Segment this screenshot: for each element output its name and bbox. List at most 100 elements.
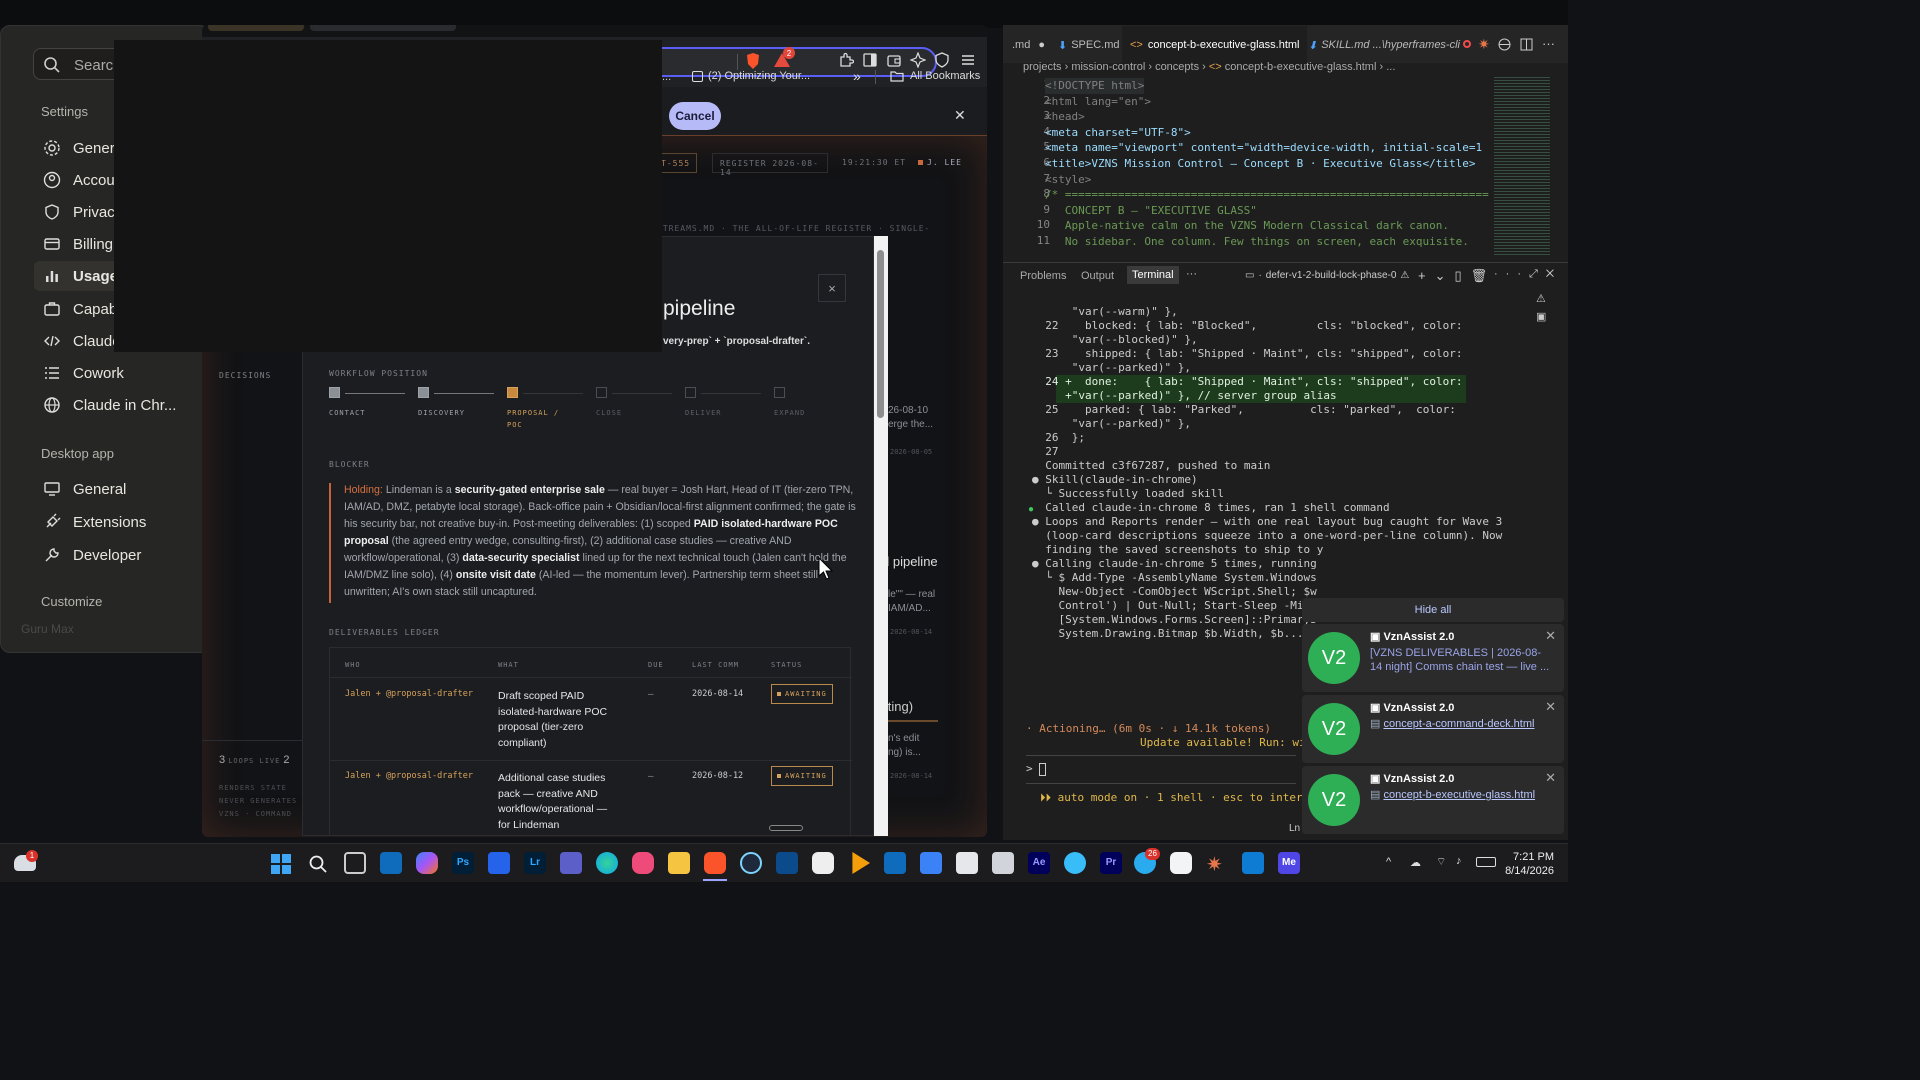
outlook-icon[interactable] [884, 852, 906, 874]
tab-md[interactable]: .md ● [1012, 26, 1045, 64]
edge-icon[interactable] [596, 852, 618, 874]
terminal-line: +"var(--parked)" }, // server group alia… [1032, 389, 1337, 402]
globe-icon[interactable] [1498, 38, 1511, 51]
app-icon[interactable] [852, 852, 870, 874]
lightroom-icon[interactable]: Lr [524, 852, 546, 874]
app-icon[interactable] [776, 852, 798, 874]
bar-chart-icon [42, 266, 62, 286]
terminal-output: "var(--warm)" }, 22 blocked: { lab: "Blo… [1032, 305, 1462, 375]
scrollbar-thumb[interactable] [877, 250, 884, 418]
breadcrumb: projects › mission-control › concepts › … [1023, 61, 1396, 73]
app-icon[interactable] [632, 852, 654, 874]
windows-start-icon[interactable] [271, 854, 291, 874]
workflow-step-connector [523, 393, 583, 394]
split-editor-icon[interactable] [1520, 38, 1533, 51]
cloud-icon[interactable]: ☁ [1410, 856, 1421, 869]
panel-tab-problems[interactable]: Problems [1020, 270, 1066, 282]
terminal-line: 25 parked: { lab: "Parked", cls: "parked… [1032, 403, 1456, 416]
terminal-line: Called claude-in-chrome 8 times, ran 1 s… [1032, 501, 1390, 514]
app-icon[interactable] [956, 852, 978, 874]
leo-ai-icon[interactable] [910, 52, 926, 68]
media-encoder-icon[interactable]: Me [1278, 852, 1300, 874]
menu-icon[interactable] [960, 52, 976, 68]
workflow-step-connector [434, 393, 494, 394]
app-icon[interactable] [1064, 852, 1086, 874]
workflow-step-marker [596, 387, 607, 398]
app-icon[interactable] [1170, 852, 1192, 874]
terminal-actions[interactable]: +⌄▯🗑 [1418, 268, 1496, 284]
notification-title: ▣ VznAssist 2.0 [1370, 702, 1455, 714]
volume-icon[interactable]: ♪ [1456, 855, 1462, 867]
browser-tab[interactable] [208, 25, 304, 31]
claude-icon[interactable]: ✷ [1478, 36, 1490, 53]
task-view-icon[interactable] [344, 852, 366, 874]
search-icon[interactable] [308, 854, 328, 874]
file-explorer-icon[interactable] [668, 852, 690, 874]
all-bookmarks[interactable]: All Bookmarks [890, 70, 980, 82]
bookmarks-more-button[interactable]: » [853, 68, 861, 84]
notification-toast[interactable]: V2 ▣ VznAssist 2.0 ▤ concept-b-executive… [1302, 766, 1564, 834]
app-icon[interactable] [488, 852, 510, 874]
nav-extensions[interactable]: Extensions [34, 507, 209, 537]
nav-developer[interactable]: Developer [34, 540, 209, 570]
clock[interactable]: 7:21 PM 8/14/2026 [1490, 850, 1554, 878]
wifi-icon[interactable]: ⌔ [1436, 855, 1446, 869]
divider [1026, 755, 1296, 756]
tab-spec[interactable]: ⬇ SPEC.md [1058, 26, 1120, 64]
premiere-icon[interactable]: Pr [1100, 852, 1122, 874]
photoshop-icon[interactable]: Ps [452, 852, 474, 874]
modal-close-button[interactable]: × [818, 274, 846, 302]
cancel-button[interactable]: Cancel [669, 102, 721, 130]
app-icon[interactable] [812, 852, 834, 874]
code-line: <meta charset="UTF-8"> [1045, 125, 1191, 139]
mail-icon[interactable] [920, 852, 942, 874]
nav-claude-in-chrome[interactable]: Claude in Chr... [34, 390, 209, 420]
notification-close-button[interactable]: ✕ [1545, 628, 1556, 644]
nav-desktop-general[interactable]: General [34, 474, 209, 504]
panel-window-actions[interactable]: ···⤢✕ [1494, 268, 1562, 281]
browser-tab[interactable] [310, 25, 456, 31]
app-icon[interactable] [740, 852, 762, 874]
scrollbar[interactable] [874, 236, 888, 836]
claude-icon[interactable]: ✷ [1206, 852, 1223, 877]
record-icon[interactable] [1463, 40, 1471, 48]
copilot-icon[interactable] [416, 852, 438, 874]
calculator-icon[interactable] [992, 852, 1014, 874]
vpn-shield-icon[interactable] [934, 52, 950, 68]
brave-shield-icon[interactable] [745, 52, 761, 70]
workflow-step-marker [418, 387, 429, 398]
chevron-up-icon[interactable]: ^ [1386, 856, 1391, 868]
hide-all-button[interactable]: Hide all [1302, 598, 1564, 622]
notification-toast[interactable]: V2 ▣ VznAssist 2.0 ▤ concept-a-command-d… [1302, 695, 1564, 763]
vscode-icon[interactable] [1242, 852, 1264, 874]
panel-more[interactable]: ··· [1186, 268, 1197, 280]
sidebar-icon[interactable] [862, 52, 878, 68]
panel-tab-output[interactable]: Output [1081, 270, 1114, 282]
close-icon[interactable]: ✕ [954, 107, 966, 124]
tab-concept-b[interactable]: <> concept-b-executive-glass.html [1122, 26, 1308, 64]
notification-toast[interactable]: V2 ▣ VznAssist 2.0 [VZNS DELIVERABLES | … [1302, 624, 1564, 692]
settings-section-label: Settings [41, 104, 88, 119]
tab-skill[interactable]: ⬇ SKILL.md ...\hyperframes-cli [1308, 26, 1460, 64]
list-icon [42, 363, 62, 383]
wallet-icon[interactable] [886, 52, 902, 68]
brave-icon[interactable] [704, 852, 726, 874]
status-badge: AWAITING [771, 766, 833, 786]
more-icon[interactable]: ··· [1542, 36, 1555, 51]
panel-tab-terminal[interactable]: Terminal [1127, 266, 1179, 284]
prompt-input[interactable]: > [1026, 762, 1047, 776]
workflow-step-label: PROPOSAL / POC [507, 409, 560, 429]
extensions-icon[interactable] [838, 52, 854, 68]
nav-cowork[interactable]: Cowork [34, 358, 209, 388]
terminal-selector[interactable]: ▭ · defer-v1-2-build-lock-phase-0 ⚠ [1245, 270, 1409, 281]
tab-strip [202, 25, 987, 37]
store-icon[interactable] [380, 852, 402, 874]
notification-close-button[interactable]: ✕ [1545, 699, 1556, 715]
teams-icon[interactable] [560, 852, 582, 874]
workflow-step-connector [612, 393, 672, 394]
after-effects-icon[interactable]: Ae [1028, 852, 1050, 874]
bookmark-optimizing[interactable]: (2) Optimizing Your... [692, 70, 810, 82]
notification-close-button[interactable]: ✕ [1545, 770, 1556, 786]
terminal-line: 26 }; [1032, 431, 1085, 444]
col-status: STATUS [771, 661, 803, 669]
